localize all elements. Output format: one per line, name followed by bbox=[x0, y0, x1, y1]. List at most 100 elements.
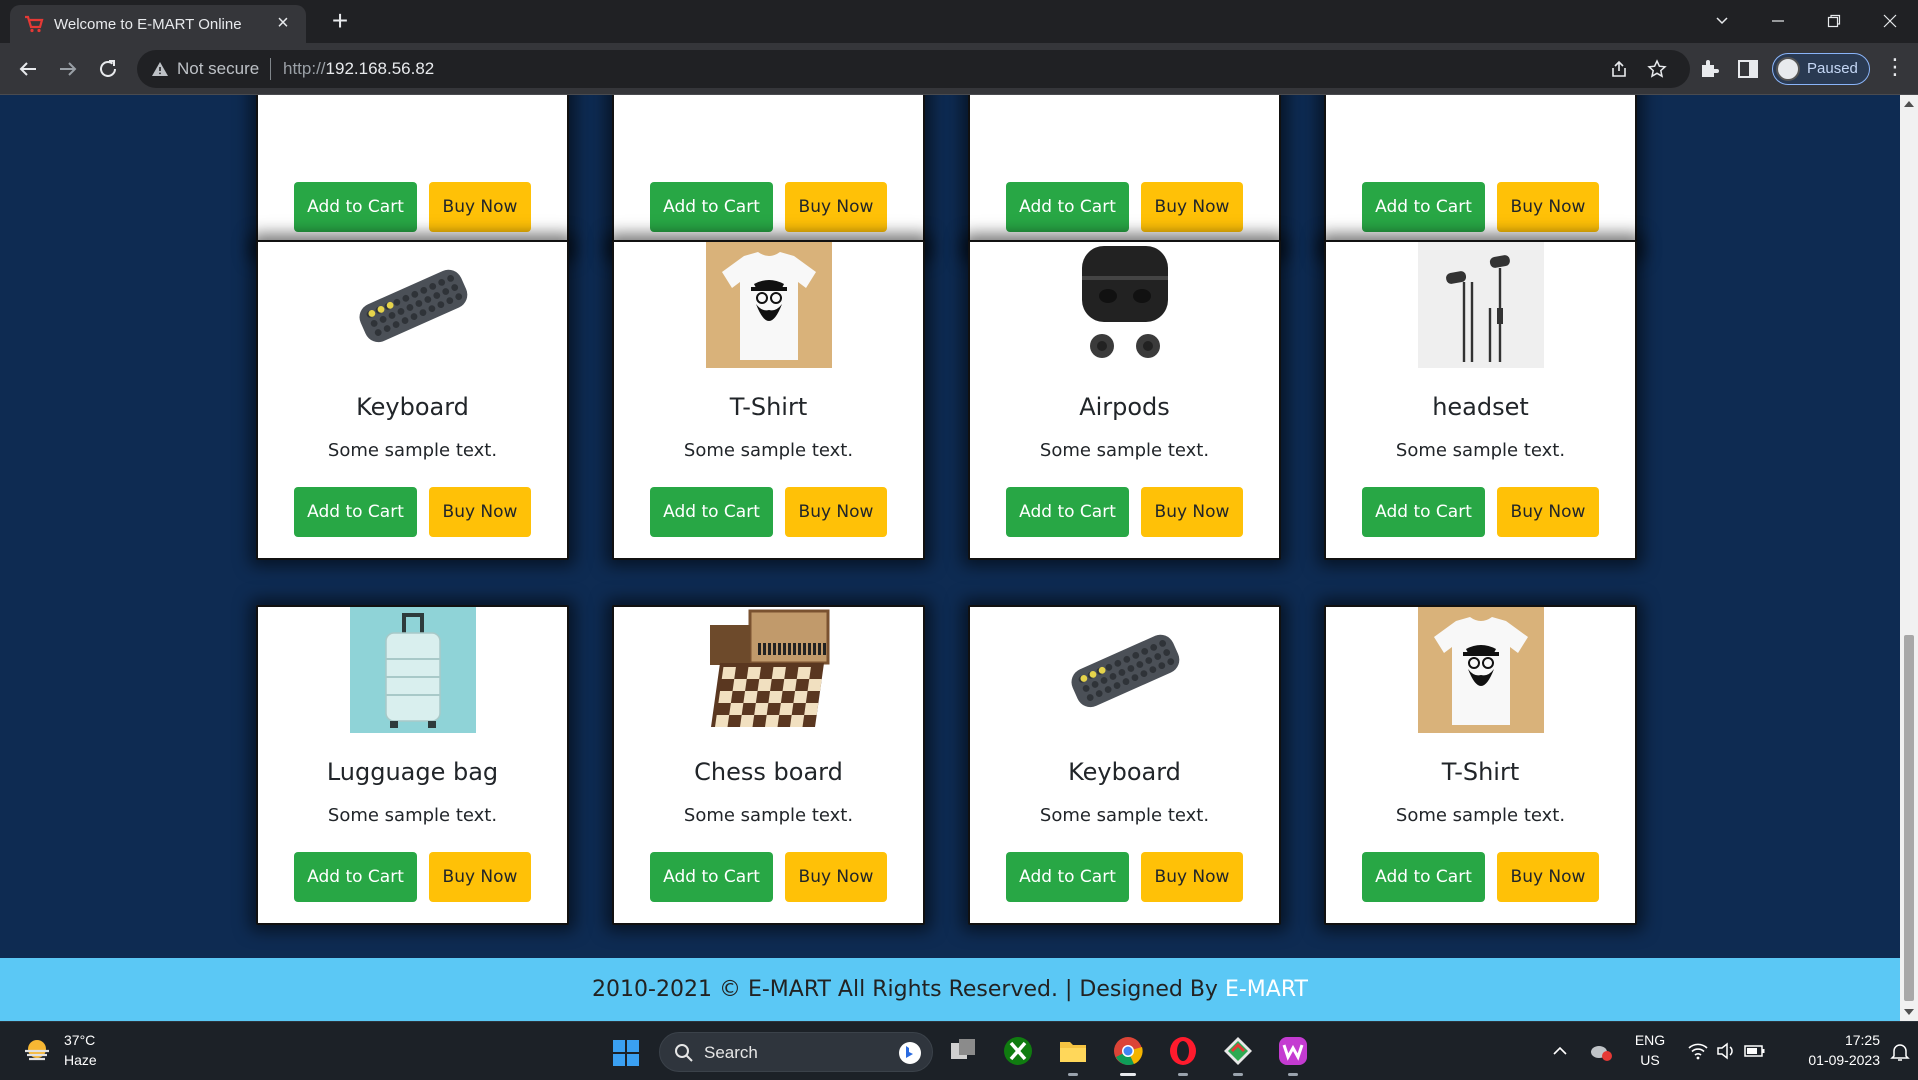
buy-now-button[interactable]: Buy Now bbox=[785, 487, 887, 537]
add-to-cart-button[interactable]: Add to Cart bbox=[1006, 487, 1129, 537]
windows-start-icon[interactable] bbox=[612, 1039, 640, 1067]
tshirt-product-image bbox=[1417, 607, 1544, 733]
new-tab-button[interactable]: + bbox=[326, 7, 354, 36]
scroll-up-icon[interactable] bbox=[1904, 101, 1914, 107]
language-label[interactable]: ENG bbox=[1634, 1032, 1666, 1048]
side-panel-icon[interactable] bbox=[1736, 57, 1760, 81]
volume-icon[interactable] bbox=[1716, 1042, 1736, 1060]
url-scheme: http:// bbox=[283, 59, 326, 78]
buy-now-button[interactable]: Buy Now bbox=[1141, 182, 1243, 232]
security-alert-icon[interactable] bbox=[1590, 1042, 1612, 1062]
notifications-icon[interactable] bbox=[1890, 1042, 1910, 1062]
close-window-icon[interactable] bbox=[1862, 0, 1918, 43]
product-description: Some sample text. bbox=[1039, 805, 1210, 826]
git-app-icon[interactable] bbox=[1222, 1035, 1254, 1067]
add-to-cart-button[interactable]: Add to Cart bbox=[650, 487, 773, 537]
product-description: Some sample text. bbox=[1395, 440, 1566, 461]
browser-menu-icon[interactable]: ⋮ bbox=[1884, 56, 1906, 81]
battery-icon[interactable] bbox=[1744, 1042, 1766, 1060]
warning-icon[interactable] bbox=[151, 60, 169, 78]
tshirt-product-image bbox=[705, 242, 832, 368]
clock-time[interactable]: 17:25 bbox=[1780, 1032, 1880, 1048]
product-card: Add to Cart Buy Now bbox=[1324, 95, 1637, 255]
wps-office-icon[interactable] bbox=[1277, 1035, 1309, 1067]
search-label: Search bbox=[704, 1043, 758, 1062]
address-separator bbox=[270, 58, 271, 80]
profile-button[interactable]: Paused bbox=[1772, 53, 1870, 85]
forward-icon[interactable] bbox=[54, 55, 82, 83]
chrome-icon[interactable] bbox=[1112, 1035, 1144, 1067]
buy-now-button[interactable]: Buy Now bbox=[1141, 487, 1243, 537]
browser-tab[interactable]: Welcome to E-MART Online × bbox=[10, 5, 306, 43]
opera-icon[interactable] bbox=[1167, 1035, 1199, 1067]
product-description: Some sample text. bbox=[1039, 440, 1210, 461]
footer-brand-link[interactable]: E-MART bbox=[1225, 977, 1308, 1002]
weather-temperature[interactable]: 37°C bbox=[64, 1032, 95, 1048]
buy-now-button[interactable]: Buy Now bbox=[1141, 852, 1243, 902]
buy-now-button[interactable]: Buy Now bbox=[1497, 487, 1599, 537]
product-title: Keyboard bbox=[1068, 758, 1181, 786]
minimize-icon[interactable] bbox=[1750, 0, 1806, 43]
buy-now-button[interactable]: Buy Now bbox=[1497, 852, 1599, 902]
restore-icon[interactable] bbox=[1806, 0, 1862, 43]
add-to-cart-button[interactable]: Add to Cart bbox=[650, 182, 773, 232]
product-description: Some sample text. bbox=[1395, 805, 1566, 826]
buy-now-button[interactable]: Buy Now bbox=[785, 182, 887, 232]
add-to-cart-button[interactable]: Add to Cart bbox=[1362, 852, 1485, 902]
add-to-cart-button[interactable]: Add to Cart bbox=[294, 182, 417, 232]
tab-search-icon[interactable] bbox=[1694, 0, 1750, 43]
chevron-up-icon[interactable] bbox=[1552, 1044, 1568, 1058]
add-to-cart-button[interactable]: Add to Cart bbox=[1362, 182, 1485, 232]
bing-icon[interactable] bbox=[898, 1041, 922, 1065]
add-to-cart-button[interactable]: Add to Cart bbox=[1006, 182, 1129, 232]
product-card: T-Shirt Some sample text. Add to Cart Buy N… bbox=[1324, 605, 1637, 925]
security-label[interactable]: Not secure bbox=[177, 59, 259, 79]
taskbar-search[interactable]: Search bbox=[659, 1032, 933, 1072]
product-title: T-Shirt bbox=[729, 393, 808, 421]
add-to-cart-button[interactable]: Add to Cart bbox=[650, 852, 773, 902]
profile-status: Paused bbox=[1807, 60, 1858, 77]
reload-icon[interactable] bbox=[94, 55, 122, 83]
address-bar[interactable]: Not secure http://192.168.56.82 bbox=[137, 50, 1690, 88]
add-to-cart-button[interactable]: Add to Cart bbox=[294, 487, 417, 537]
share-icon[interactable] bbox=[1609, 59, 1629, 79]
tab-close-icon[interactable]: × bbox=[272, 12, 294, 34]
add-to-cart-button[interactable]: Add to Cart bbox=[294, 852, 417, 902]
buy-now-button[interactable]: Buy Now bbox=[429, 487, 531, 537]
scroll-down-icon[interactable] bbox=[1904, 1009, 1914, 1015]
buy-now-button[interactable]: Buy Now bbox=[785, 852, 887, 902]
product-card: Lugguage bag Some sample text. Add to Cart… bbox=[256, 605, 569, 925]
product-card: Add to Cart Buy Now bbox=[612, 95, 925, 255]
buy-now-button[interactable]: Buy Now bbox=[429, 852, 531, 902]
url-text[interactable]: http://192.168.56.82 bbox=[283, 59, 434, 79]
file-explorer-indicator bbox=[1068, 1073, 1078, 1076]
clock-date[interactable]: 01-09-2023 bbox=[1780, 1052, 1880, 1068]
page-footer: 2010-2021 © E-MART All Rights Reserved. … bbox=[0, 958, 1900, 1021]
back-icon[interactable] bbox=[14, 55, 42, 83]
product-description: Some sample text. bbox=[327, 805, 498, 826]
buy-now-button[interactable]: Buy Now bbox=[429, 182, 531, 232]
chrome-active-indicator bbox=[1120, 1073, 1136, 1076]
product-description: Some sample text. bbox=[683, 805, 854, 826]
weather-description[interactable]: Haze bbox=[64, 1052, 97, 1068]
opera-indicator bbox=[1178, 1073, 1188, 1076]
add-to-cart-button[interactable]: Add to Cart bbox=[1006, 852, 1129, 902]
bookmark-star-icon[interactable] bbox=[1647, 59, 1667, 79]
add-to-cart-button[interactable]: Add to Cart bbox=[1362, 487, 1485, 537]
windows-taskbar: 37°C Haze Search ENG US 17:25 01-09-2023 bbox=[0, 1021, 1918, 1080]
product-title: Keyboard bbox=[356, 393, 469, 421]
buy-now-button[interactable]: Buy Now bbox=[1497, 182, 1599, 232]
cart-favicon-icon bbox=[25, 15, 44, 33]
extensions-icon[interactable] bbox=[1698, 57, 1722, 81]
page-scrollbar[interactable] bbox=[1900, 95, 1918, 1021]
task-view-icon[interactable] bbox=[947, 1035, 979, 1067]
product-card: Add to Cart Buy Now bbox=[968, 95, 1281, 255]
scrollbar-thumb[interactable] bbox=[1904, 635, 1914, 1001]
xbox-icon[interactable] bbox=[1002, 1035, 1034, 1067]
product-title: Airpods bbox=[1079, 393, 1170, 421]
region-label[interactable]: US bbox=[1634, 1052, 1666, 1068]
haze-weather-icon[interactable] bbox=[22, 1038, 52, 1064]
file-explorer-icon[interactable] bbox=[1057, 1035, 1089, 1067]
product-card: Chess board Some sample text. Add to Cart B… bbox=[612, 605, 925, 925]
wifi-icon[interactable] bbox=[1688, 1042, 1708, 1060]
